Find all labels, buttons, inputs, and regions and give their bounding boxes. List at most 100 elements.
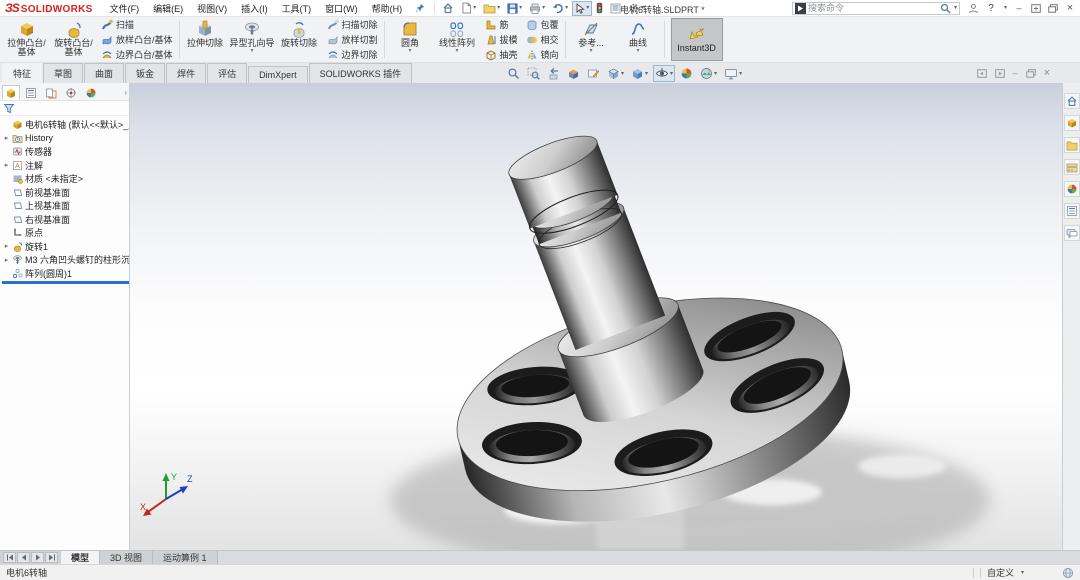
close-button[interactable]: × <box>1065 2 1075 14</box>
sweep-button[interactable]: 扫描 <box>101 18 173 31</box>
tile-left-icon[interactable] <box>977 69 987 78</box>
print-button[interactable]: ▾ <box>526 1 548 16</box>
tile-right-icon[interactable] <box>995 69 1005 78</box>
dropdown-caret-icon[interactable]: ▾ <box>670 71 673 77</box>
last-tab-button[interactable] <box>45 552 58 563</box>
expand-arrow-icon[interactable]: ▸ <box>2 256 11 264</box>
units-globe-icon[interactable] <box>1062 567 1074 579</box>
revolved-boss-button[interactable]: 旋转凸台/基体 <box>50 18 97 61</box>
dropdown-caret-icon[interactable]: ▾ <box>519 5 522 11</box>
undo-button[interactable]: ▾ <box>549 1 571 16</box>
dropdown-caret-icon[interactable]: ▾ <box>714 71 717 77</box>
menu-help[interactable]: 帮助(H) <box>365 1 410 16</box>
tab-dimxpert[interactable]: DimXpert <box>248 66 308 83</box>
dropdown-caret-icon[interactable]: ▾ <box>473 5 476 11</box>
edit-appearance-icon[interactable] <box>678 65 695 82</box>
home-icon[interactable] <box>1064 93 1080 109</box>
login-user-icon[interactable] <box>968 3 979 14</box>
rollback-bar[interactable] <box>2 281 129 284</box>
menu-file[interactable]: 文件(F) <box>103 1 147 16</box>
dropdown-caret-icon[interactable]: ▾ <box>456 49 459 54</box>
view-settings-icon[interactable]: ▾ <box>722 66 744 82</box>
menu-tools[interactable]: 工具(T) <box>275 1 319 16</box>
tab-motion-study[interactable]: 运动算例 1 <box>153 551 218 564</box>
tree-item-front-plane[interactable]: 前视基准面 <box>2 186 129 200</box>
open-button[interactable]: ▾ <box>480 1 503 16</box>
new-document-button[interactable]: ▾ <box>458 0 479 16</box>
rib-button[interactable]: 筋 <box>485 18 518 31</box>
maximize-button[interactable] <box>1031 4 1041 13</box>
dimxpertmanager-tab-icon[interactable] <box>62 85 80 100</box>
restore-button[interactable] <box>1048 4 1058 13</box>
search-command-box[interactable]: ▾ <box>792 2 960 15</box>
swept-cut-button[interactable]: 扫描切除 <box>327 18 378 31</box>
wrap-button[interactable]: 包覆 <box>526 18 559 31</box>
tab-features[interactable]: 特征 <box>2 63 42 83</box>
solidworks-forum-icon[interactable] <box>1064 225 1080 241</box>
dropdown-caret-icon[interactable]: ▾ <box>621 71 624 77</box>
expand-arrow-icon[interactable]: ▸ <box>2 242 11 250</box>
solidworks-resources-icon[interactable] <box>1064 115 1080 131</box>
revolved-cut-button[interactable]: 旋转切除 <box>276 18 323 61</box>
dropdown-caret-icon[interactable]: ▾ <box>645 71 648 77</box>
search-magnifier-icon[interactable] <box>940 3 951 14</box>
save-button[interactable]: ▾ <box>504 1 525 16</box>
mirror-button[interactable]: 镜向 <box>526 48 559 61</box>
curves-button[interactable]: 曲线 ▾ <box>615 18 662 61</box>
dropdown-caret-icon[interactable]: ▾ <box>586 5 589 11</box>
tab-model[interactable]: 模型 <box>61 551 100 564</box>
extruded-boss-button[interactable]: 拉伸凸台/基体 <box>3 18 50 61</box>
zoom-to-fit-icon[interactable] <box>505 65 522 82</box>
configurationmanager-tab-icon[interactable] <box>42 85 60 100</box>
propertymanager-tab-icon[interactable] <box>22 85 40 100</box>
graphics-viewport[interactable]: Y X Z <box>130 83 1062 550</box>
expand-arrow-icon[interactable]: ▸ <box>2 134 11 142</box>
dropdown-caret-icon[interactable]: ▾ <box>497 5 500 11</box>
dropdown-caret-icon[interactable]: ▾ <box>542 5 545 11</box>
boundary-button[interactable]: 边界凸台/基体 <box>101 48 173 61</box>
lofted-cut-button[interactable]: 放样切割 <box>327 33 378 46</box>
tab-sheet-metal[interactable]: 钣金 <box>125 63 165 83</box>
tree-item-material[interactable]: 材质 <未指定> <box>2 172 129 186</box>
tab-evaluate[interactable]: 评估 <box>207 63 247 83</box>
tab-sketch[interactable]: 草图 <box>43 63 83 83</box>
3d-drawing-view-icon[interactable] <box>585 65 602 82</box>
tree-item-right-plane[interactable]: 右视基准面 <box>2 213 129 227</box>
search-input[interactable] <box>808 3 938 13</box>
file-explorer-icon[interactable] <box>1064 159 1080 175</box>
dropdown-caret-icon[interactable]: ▾ <box>739 71 742 77</box>
search-scope-caret-icon[interactable]: ▾ <box>954 5 957 11</box>
shell-button[interactable]: 抽壳 <box>485 48 518 61</box>
customize-caret-icon[interactable]: ▾ <box>1021 570 1024 576</box>
boundary-cut-button[interactable]: 边界切除 <box>327 48 378 61</box>
loft-button[interactable]: 放样凸台/基体 <box>101 33 173 46</box>
section-view-icon[interactable] <box>565 65 582 82</box>
tree-root-part[interactable]: 电机6转轴 (默认<<默认>_显 <box>2 118 129 132</box>
linear-pattern-button[interactable]: 线性阵列 ▾ <box>434 18 481 61</box>
help-caret-icon[interactable]: ▾ <box>1004 5 1007 11</box>
hole-wizard-button[interactable]: 异型孔向导 ▾ <box>229 18 276 61</box>
expand-arrow-icon[interactable]: ▸ <box>2 161 11 169</box>
draft-button[interactable]: 拔模 <box>485 33 518 46</box>
dropdown-caret-icon[interactable]: ▾ <box>251 49 254 54</box>
select-button[interactable]: ▾ <box>572 1 592 16</box>
pin-menu-icon[interactable] <box>415 3 425 13</box>
more-tabs-icon[interactable]: › <box>124 88 127 97</box>
hide-show-items-icon[interactable]: ▾ <box>653 65 675 82</box>
zoom-to-area-icon[interactable] <box>525 65 542 82</box>
dropdown-caret-icon[interactable]: ▾ <box>590 49 593 54</box>
rebuild-button[interactable] <box>593 0 606 16</box>
doc-restore-button[interactable] <box>1026 69 1036 78</box>
tree-item-circular-pattern[interactable]: 阵列(圆周)1 <box>2 267 129 281</box>
customize-menu[interactable]: 自定义 <box>987 566 1014 579</box>
tree-item-history[interactable]: ▸ History <box>2 132 129 146</box>
minimize-button[interactable]: – <box>1014 3 1024 13</box>
tree-item-sensors[interactable]: 传感器 <box>2 145 129 159</box>
menu-view[interactable]: 视图(V) <box>190 1 234 16</box>
intersect-button[interactable]: 相交 <box>526 33 559 46</box>
appearances-scenes-icon[interactable] <box>1064 181 1080 197</box>
first-tab-button[interactable] <box>3 552 16 563</box>
3d-part-model[interactable] <box>130 83 1062 550</box>
displaymanager-tab-icon[interactable] <box>82 85 100 100</box>
view-orientation-icon[interactable]: ▾ <box>605 65 626 82</box>
